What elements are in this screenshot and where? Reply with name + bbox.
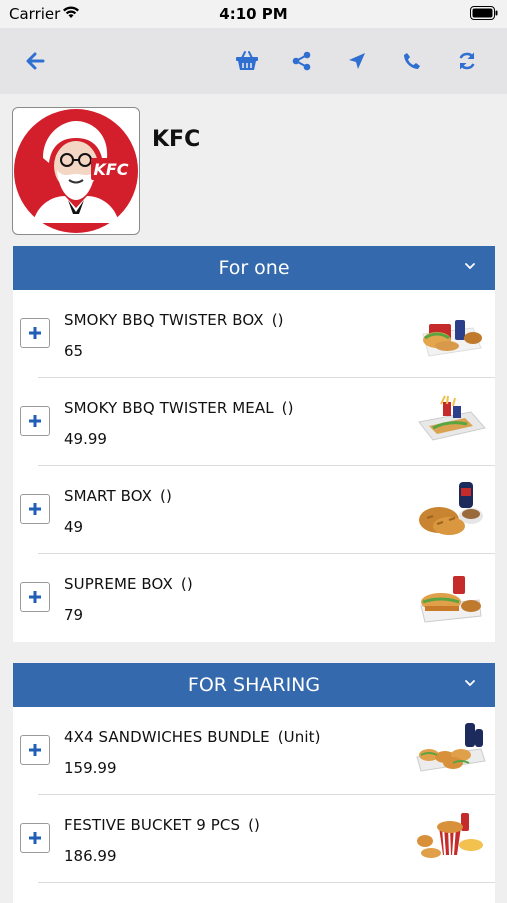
section-header-for-sharing[interactable]: FOR SHARING [13, 663, 495, 707]
item-title: 4X4 SANDWICHES BUNDLE [64, 728, 270, 746]
menu-item[interactable]: SMOKY BBQ TWISTER MEAL () 49.99 [13, 378, 495, 466]
add-button[interactable] [20, 735, 50, 765]
store-logo: KFC [12, 107, 140, 235]
item-name: 4X4 SANDWICHES BUNDLE (Unit) [64, 728, 321, 746]
item-title: SMOKY BBQ TWISTER MEAL [64, 399, 274, 417]
location-arrow-icon [349, 53, 365, 69]
menu-item[interactable]: SUPREME BOX () 79 [13, 554, 495, 642]
item-unit: () [180, 575, 193, 593]
toolbar [0, 28, 507, 94]
add-button[interactable] [20, 582, 50, 612]
item-photo [417, 813, 483, 858]
add-button[interactable] [20, 406, 50, 436]
add-button[interactable] [20, 823, 50, 853]
item-unit: () [271, 311, 284, 329]
item-title: SUPREME BOX [64, 575, 173, 593]
item-title: SMOKY BBQ TWISTER BOX [64, 311, 264, 329]
back-button[interactable] [21, 47, 49, 75]
plus-icon [29, 832, 41, 844]
item-price: 186.99 [64, 847, 117, 865]
item-price: 49 [64, 518, 84, 536]
menu-item[interactable]: 4X4 SANDWICHES BUNDLE (Unit) 159.99 [13, 707, 495, 795]
item-photo [419, 482, 483, 535]
call-button[interactable] [398, 47, 426, 75]
item-name: SMART BOX () [64, 487, 172, 505]
item-unit: () [248, 816, 260, 834]
item-title: SMART BOX [64, 487, 153, 505]
chevron-down-icon [465, 263, 475, 270]
basket-icon [236, 51, 258, 70]
add-button[interactable] [20, 318, 50, 348]
item-price: 159.99 [64, 759, 117, 777]
store-header: KFC KFC [12, 107, 495, 235]
status-bar: Carrier 4:10 PM [0, 0, 507, 28]
refresh-button[interactable] [453, 47, 481, 75]
section-header-for-one[interactable]: For one [13, 246, 495, 290]
refresh-icon [459, 52, 475, 70]
plus-icon [29, 503, 41, 515]
menu-item[interactable]: FESTIVE BUCKET 9 PCS () 186.99 [13, 795, 495, 883]
add-button[interactable] [20, 494, 50, 524]
item-photo [418, 395, 486, 441]
item-title: FESTIVE BUCKET 9 PCS [64, 816, 241, 834]
status-time: 4:10 PM [219, 5, 288, 23]
item-name: SMOKY BBQ TWISTER MEAL () [64, 399, 294, 417]
item-price: 65 [64, 342, 84, 360]
section-title: FOR SHARING [187, 674, 321, 696]
store-name: KFC [152, 127, 201, 152]
chevron-down-icon [465, 680, 475, 687]
share-icon [292, 51, 311, 71]
item-photo [416, 723, 486, 772]
item-name: FESTIVE BUCKET 9 PCS () [64, 816, 260, 834]
share-button[interactable] [288, 47, 316, 75]
menu-item[interactable]: SMART BOX () 49 [13, 466, 495, 554]
item-photo [422, 320, 482, 357]
plus-icon [29, 744, 41, 756]
battery-icon [470, 6, 498, 24]
item-unit: () [160, 487, 172, 505]
item-unit: () [281, 399, 294, 417]
back-arrow-icon [26, 52, 45, 70]
menu-section-for-sharing: FOR SHARING 4X4 SANDWICHES BUNDLE (Unit) … [13, 663, 495, 903]
basket-button[interactable] [233, 47, 261, 75]
menu-item[interactable]: SMOKY BBQ TWISTER BOX () 65 [13, 290, 495, 378]
menu-section-for-one: For one SMOKY BBQ TWISTER BOX () 65 SMOKY… [13, 246, 495, 642]
item-name: SMOKY BBQ TWISTER BOX () [64, 311, 284, 329]
section-title: For one [218, 257, 290, 279]
logo-text: KFC [93, 160, 128, 179]
phone-icon [404, 53, 420, 69]
plus-icon [29, 327, 41, 339]
directions-button[interactable] [343, 47, 371, 75]
item-unit: (Unit) [277, 728, 321, 746]
item-price: 49.99 [64, 430, 107, 448]
item-photo [420, 576, 482, 623]
plus-icon [29, 591, 41, 603]
item-name: SUPREME BOX () [64, 575, 193, 593]
menu-item[interactable] [13, 883, 495, 903]
item-price: 79 [64, 606, 84, 624]
plus-icon [29, 415, 41, 427]
